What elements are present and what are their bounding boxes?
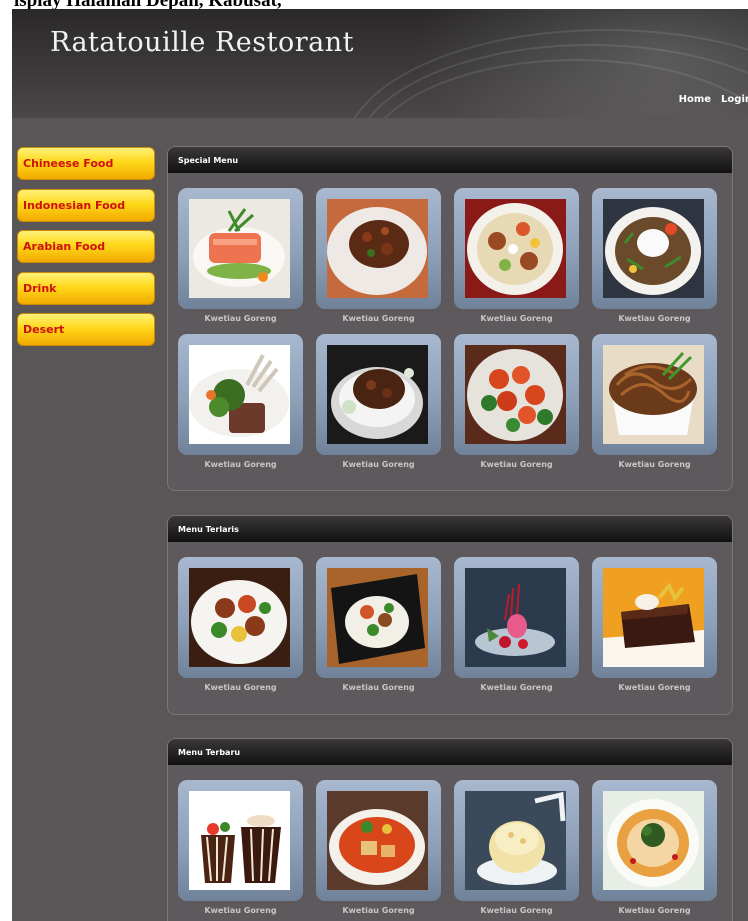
- special-menu-section: Special Menu Kwetiau Goreng Kwetiau Gore…: [167, 146, 733, 491]
- menu-item-name: Kwetiau Goreng: [480, 906, 553, 915]
- category-chineese-food[interactable]: Chineese Food: [17, 147, 155, 180]
- menu-item-name: Kwetiau Goreng: [204, 460, 277, 469]
- menu-card[interactable]: Kwetiau Goreng: [178, 557, 303, 703]
- photo-frame: [316, 557, 441, 678]
- photo-frame: [592, 780, 717, 901]
- menu-grid: Kwetiau Goreng Kwetiau Goreng Kwetiau Go…: [178, 188, 730, 480]
- menu-card[interactable]: Kwetiau Goreng: [316, 188, 441, 334]
- photo-frame: [454, 780, 579, 901]
- menu-item-name: Kwetiau Goreng: [618, 460, 691, 469]
- photo-frame: [178, 334, 303, 455]
- category-drink[interactable]: Drink: [17, 271, 155, 305]
- photo-frame: [592, 557, 717, 678]
- page: Ratatouille Restorant Home Login Chinees…: [12, 9, 748, 921]
- food-photo: [327, 791, 428, 890]
- menu-card[interactable]: Kwetiau Goreng: [454, 188, 579, 334]
- menu-terbaru-section: Menu Terbaru Kwetiau Goreng Kwetiau Gore…: [167, 738, 733, 921]
- section-title: Menu Terlaris: [168, 516, 732, 542]
- food-photo: [465, 568, 566, 667]
- category-desert[interactable]: Desert: [17, 313, 155, 346]
- category-indonesian-food[interactable]: Indonesian Food: [17, 188, 155, 222]
- food-photo: [465, 791, 566, 890]
- photo-frame: [316, 334, 441, 455]
- menu-card[interactable]: Kwetiau Goreng: [178, 334, 303, 480]
- menu-card[interactable]: Kwetiau Goreng: [316, 780, 441, 921]
- header: Ratatouille Restorant Home Login: [12, 9, 748, 118]
- top-nav: Home Login: [679, 94, 748, 105]
- menu-item-name: Kwetiau Goreng: [204, 314, 277, 323]
- menu-card[interactable]: Kwetiau Goreng: [454, 334, 579, 480]
- menu-grid: Kwetiau Goreng Kwetiau Goreng Kwetiau Go…: [178, 557, 730, 703]
- menu-item-name: Kwetiau Goreng: [618, 683, 691, 692]
- menu-terlaris-section: Menu Terlaris Kwetiau Goreng Kwetiau Gor…: [167, 515, 733, 715]
- category-sidebar: Chineese Food Indonesian Food Arabian Fo…: [17, 147, 157, 355]
- menu-item-name: Kwetiau Goreng: [618, 314, 691, 323]
- menu-card[interactable]: Kwetiau Goreng: [592, 780, 717, 921]
- photo-frame: [178, 188, 303, 309]
- menu-card[interactable]: Kwetiau Goreng: [592, 557, 717, 703]
- site-title: Ratatouille Restorant: [50, 27, 354, 58]
- photo-frame: [178, 557, 303, 678]
- food-photo: [465, 345, 566, 444]
- section-title: Menu Terbaru: [168, 739, 732, 765]
- menu-card[interactable]: Kwetiau Goreng: [454, 557, 579, 703]
- menu-item-name: Kwetiau Goreng: [204, 683, 277, 692]
- photo-frame: [178, 780, 303, 901]
- food-photo: [603, 345, 704, 444]
- category-arabian-food[interactable]: Arabian Food: [17, 230, 155, 263]
- menu-grid: Kwetiau Goreng Kwetiau Goreng Kwetiau Go…: [178, 780, 730, 921]
- food-photo: [327, 568, 428, 667]
- menu-card[interactable]: Kwetiau Goreng: [178, 780, 303, 921]
- food-photo: [603, 791, 704, 890]
- menu-item-name: Kwetiau Goreng: [480, 314, 553, 323]
- menu-card[interactable]: Kwetiau Goreng: [592, 334, 717, 480]
- menu-item-name: Kwetiau Goreng: [480, 683, 553, 692]
- photo-frame: [316, 188, 441, 309]
- menu-card[interactable]: Kwetiau Goreng: [178, 188, 303, 334]
- menu-card[interactable]: Kwetiau Goreng: [454, 780, 579, 921]
- food-photo: [189, 791, 290, 890]
- menu-item-name: Kwetiau Goreng: [204, 906, 277, 915]
- food-photo: [327, 345, 428, 444]
- menu-item-name: Kwetiau Goreng: [618, 906, 691, 915]
- menu-item-name: Kwetiau Goreng: [480, 460, 553, 469]
- menu-card[interactable]: Kwetiau Goreng: [316, 557, 441, 703]
- section-title: Special Menu: [168, 147, 732, 173]
- food-photo: [603, 568, 704, 667]
- menu-card[interactable]: Kwetiau Goreng: [316, 334, 441, 480]
- nav-login-link[interactable]: Login: [721, 94, 748, 105]
- food-photo: [465, 199, 566, 298]
- menu-item-name: Kwetiau Goreng: [342, 683, 415, 692]
- photo-frame: [454, 557, 579, 678]
- photo-frame: [316, 780, 441, 901]
- food-photo: [327, 199, 428, 298]
- menu-item-name: Kwetiau Goreng: [342, 460, 415, 469]
- photo-frame: [592, 334, 717, 455]
- food-photo: [189, 568, 290, 667]
- photo-frame: [592, 188, 717, 309]
- photo-frame: [454, 334, 579, 455]
- photo-frame: [454, 188, 579, 309]
- menu-item-name: Kwetiau Goreng: [342, 314, 415, 323]
- food-photo: [603, 199, 704, 298]
- menu-card[interactable]: Kwetiau Goreng: [592, 188, 717, 334]
- food-photo: [189, 199, 290, 298]
- nav-home-link[interactable]: Home: [679, 94, 711, 105]
- menu-item-name: Kwetiau Goreng: [342, 906, 415, 915]
- food-photo: [189, 345, 290, 444]
